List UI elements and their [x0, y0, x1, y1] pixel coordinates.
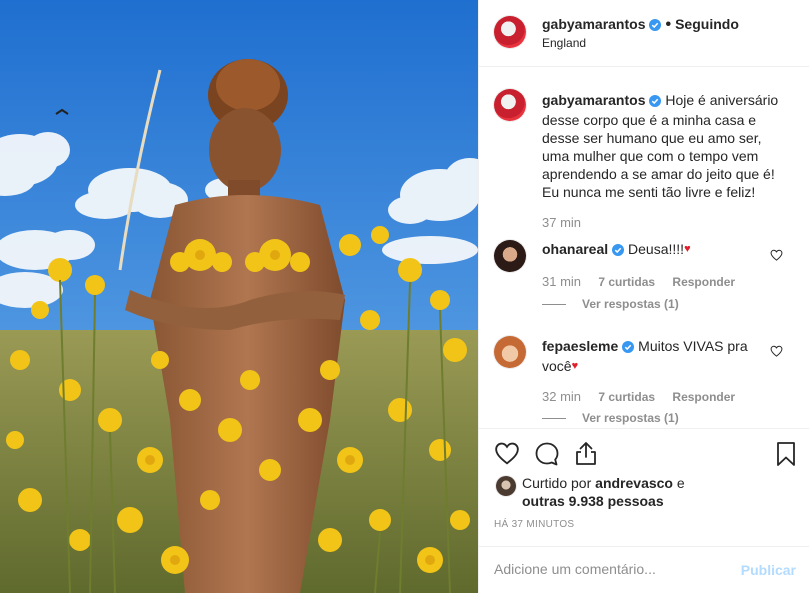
post-timestamp[interactable]: HÁ 37 MINUTOS [494, 519, 574, 530]
share-arrow-icon[interactable] [574, 440, 598, 471]
caption-author-avatar[interactable] [494, 89, 526, 121]
comment-like-count[interactable]: 7 curtidas [598, 275, 655, 289]
commenter-avatar[interactable] [494, 240, 526, 272]
likes-connector: e [676, 475, 685, 491]
follow-status-button[interactable]: Seguindo [675, 16, 739, 32]
comment-text: ohanareal Deusa!!!!♥ [542, 240, 691, 260]
photo-illustration [0, 0, 478, 593]
caption-time[interactable]: 37 min [542, 215, 581, 230]
bookmark-icon[interactable] [775, 441, 797, 472]
post-side-panel: gabyamarantos • Seguindo England gabyamara… [478, 0, 809, 593]
caption-text-line: Eu nunca me senti tão livre e feliz! [542, 184, 756, 200]
comment-like-count[interactable]: 7 curtidas [598, 390, 655, 404]
comment-meta: 31 min 7 curtidas Responder [542, 274, 735, 289]
verified-badge-icon [649, 93, 662, 111]
comment-input[interactable] [494, 561, 734, 577]
caption-username[interactable]: gabyamarantos [542, 92, 645, 108]
heart-outline-icon[interactable] [494, 441, 520, 470]
post-location[interactable]: England [542, 36, 586, 50]
view-replies-label: Ver respostas (1) [582, 297, 679, 311]
caption-text-line: desse corpo que é a minha casa e [542, 112, 757, 128]
verified-badge-icon [649, 18, 662, 36]
publish-button[interactable]: Publicar [741, 562, 796, 578]
post-photo[interactable] [0, 0, 478, 593]
caption-text-line: aprendendo a se amar do jeito que é! [542, 166, 775, 182]
comment-text: fepaesleme Muitos VIVAS pra você♥ [542, 337, 762, 375]
likes-prefix: Curtido por [522, 475, 592, 491]
likes-summary: Curtido por andrevasco e outras 9.938 pe… [522, 474, 792, 510]
caption: gabyamarantos Hoje é aniversário desse c… [542, 91, 800, 201]
add-comment-bar: Publicar [479, 546, 809, 593]
comment-like-heart-icon[interactable] [770, 248, 783, 266]
author-username[interactable]: gabyamarantos [542, 16, 645, 32]
red-heart-emoji-icon: ♥ [684, 243, 691, 255]
view-replies-label: Ver respostas (1) [582, 411, 679, 425]
post-actions: Curtido por andrevasco e outras 9.938 pe… [479, 428, 809, 530]
liker-username[interactable]: andrevasco [595, 475, 673, 491]
author-avatar[interactable] [494, 16, 526, 48]
speech-bubble-icon[interactable] [534, 441, 560, 472]
red-heart-emoji-icon: ♥ [571, 360, 579, 372]
view-replies-button[interactable]: Ver respostas (1) [542, 297, 679, 311]
reply-button[interactable]: Responder [672, 390, 735, 404]
comment-body: Muitos VIVAS pra [638, 338, 748, 354]
comment-body-continued: você [542, 358, 572, 374]
reply-button[interactable]: Responder [672, 275, 735, 289]
likes-others-link[interactable]: outras 9.938 pessoas [522, 493, 664, 509]
view-replies-button[interactable]: Ver respostas (1) [542, 411, 679, 425]
comment-time[interactable]: 32 min [542, 389, 581, 404]
comment-body: Deusa!!!! [628, 241, 685, 257]
commenter-username[interactable]: ohanareal [542, 241, 608, 257]
verified-badge-icon [622, 339, 635, 357]
verified-badge-icon [612, 242, 625, 260]
replies-divider-line [542, 418, 566, 420]
caption-text-line: uma mulher que com o tempo vem [542, 148, 759, 164]
header-user-row: gabyamarantos • Seguindo [542, 16, 739, 36]
replies-divider-line [542, 304, 566, 306]
comment-like-heart-icon[interactable] [770, 344, 783, 362]
separator-dot: • [665, 16, 672, 33]
comment-meta: 32 min 7 curtidas Responder [542, 389, 735, 404]
caption-text-line: Hoje é aniversário [665, 92, 779, 108]
commenter-username[interactable]: fepaesleme [542, 338, 618, 354]
commenter-avatar[interactable] [494, 336, 526, 368]
post-header: gabyamarantos • Seguindo England [479, 0, 809, 67]
caption-text-line: desse ser humano que eu amo ser, [542, 130, 762, 146]
comment-time[interactable]: 31 min [542, 274, 581, 289]
liker-avatar[interactable] [496, 476, 516, 496]
